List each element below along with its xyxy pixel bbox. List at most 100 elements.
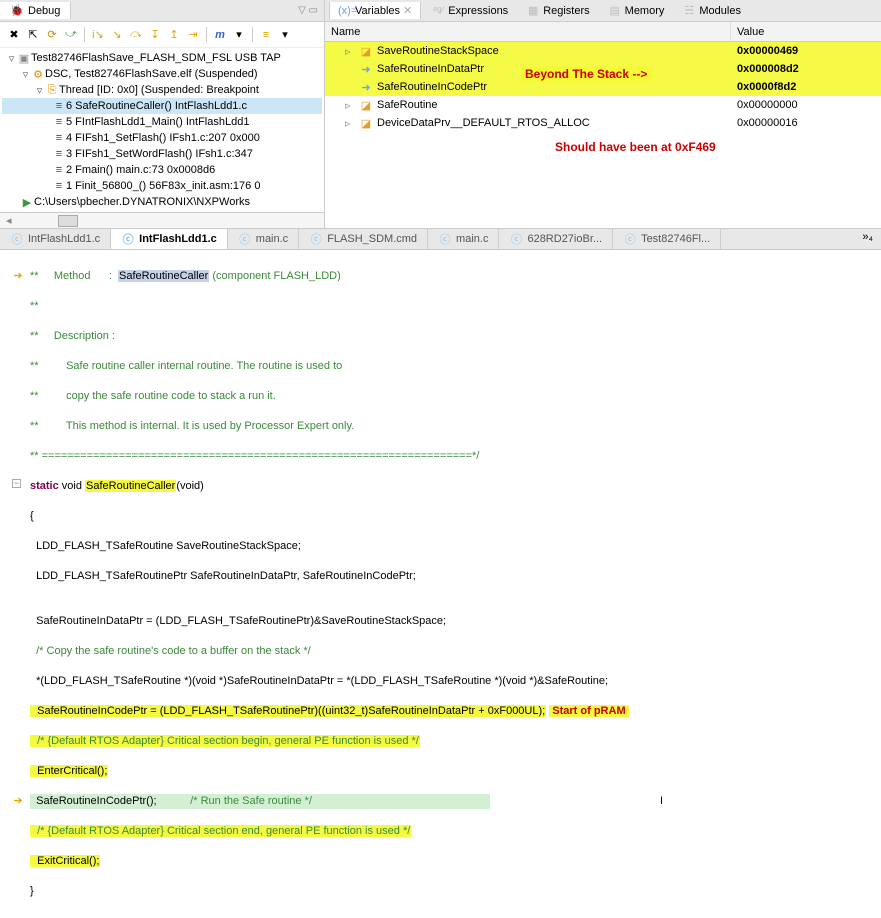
filter-icon[interactable]: ≡ [258,27,274,43]
close-icon[interactable]: ✕ [403,4,412,17]
editor-tab[interactable]: ⓒ628RD27ioBr... [499,229,613,249]
stack-frame-row[interactable]: ≡ 3 FIFsh1_SetWordFlash() IFsh1.c:347 [2,146,322,162]
target-row[interactable]: ▿⚙ DSC, Test82746FlashSave.elf (Suspende… [2,66,322,82]
variables-icon: (x)= [338,5,352,17]
thread-icon: ⎘ [45,84,59,97]
thread-label: Thread [ID: 0x0] (Suspended: Breakpoint [59,84,259,96]
exe-row[interactable]: ▶ C:\Users\pbecher.DYNATRONIX\NXPWorks [2,194,322,210]
memory-tab[interactable]: ▤ Memory [600,2,673,19]
variable-value: 0x00000469 [731,45,881,57]
stack-icon: ≡ [52,100,66,112]
view-menu-icon[interactable]: ▾ [277,27,293,43]
drop-icon[interactable]: ⇥ [185,27,201,43]
resume-icon[interactable]: ⤻ [63,27,79,43]
memory-tab-label: Memory [625,5,665,17]
pointer-icon: ➜ [359,63,373,76]
stack-icon: ≡ [52,132,66,144]
variables-tab-label: Variables [355,5,400,17]
variable-name: SafeRoutine [377,99,438,111]
stack-icon: ≡ [52,164,66,176]
more-tabs-icon[interactable]: »₄ [854,229,881,249]
variable-row[interactable]: ▹◪DeviceDataPrv__DEFAULT_RTOS_ALLOC0x000… [325,114,881,132]
value-column-header[interactable]: Value [731,22,881,41]
editor-tab[interactable]: ⓒ IntFlashLdd1.c [0,229,111,249]
c-file-icon: ⓒ [309,231,323,247]
registers-tab-label: Registers [543,5,589,17]
stack-frame-label: 2 Fmain() main.c:73 0x0008d6 [66,164,215,176]
debug-tab-label: Debug [28,5,60,17]
c-file-icon: ⓒ [623,231,637,247]
chip-icon: ▣ [17,52,31,65]
variable-value: 0x0000f8d2 [731,81,881,93]
restart-icon[interactable]: ⟳ [44,27,60,43]
collapse-icon[interactable]: ⇱ [25,27,41,43]
editor-tab-label: IntFlashLdd1.c [28,233,100,245]
editor-tab-label: IntFlashLdd1.c [139,233,217,245]
debug-toolbar: ✖ ⇱ ⟳ ⤻ i↘ ↘ ⤼ ↧ ↥ ⇥ m ▾ ≡ ▾ [0,22,324,48]
stack-frame-row[interactable]: ≡ 4 FIFsh1_SetFlash() IFsh1.c:207 0x000 [2,130,322,146]
debug-tab[interactable]: 🐞 Debug [0,2,71,19]
step-into-icon[interactable]: i↘ [90,27,106,43]
struct-icon: ◪ [359,45,373,58]
expressions-tab-label: Expressions [448,5,508,17]
annotation-arrow: Beyond The Stack --> [521,67,651,81]
code-editor[interactable]: ➔** Method : SafeRoutineCaller (componen… [0,250,881,918]
cog-icon: ⚙ [31,68,45,81]
editor-tab[interactable]: ⓒmain.c [228,229,299,249]
modules-tab[interactable]: ☵ Modules [674,2,749,19]
editor-tab[interactable]: ⓒ FLASH_SDM.cmd [299,229,428,249]
editor-tab[interactable]: ⓒ Test82746Fl... [613,229,721,249]
c-file-icon: ⓒ [438,231,452,247]
variable-name: SafeRoutineInCodePtr [377,81,487,93]
thread-row[interactable]: ▿⎘ Thread [ID: 0x0] (Suspended: Breakpoi… [2,82,322,98]
stack-frame-label: 4 FIFsh1_SetFlash() IFsh1.c:207 0x000 [66,132,260,144]
debug-scrollbar[interactable]: ◂ [0,212,324,228]
editor-tab-label: Test82746Fl... [641,233,710,245]
launch-config-label: Test82746FlashSave_FLASH_SDM_FSL USB TAP [31,52,281,64]
variable-value: 0x00000000 [731,99,881,111]
c-file-icon: ⓒ [238,231,252,247]
c-file-icon: ⓒ [121,231,135,247]
debug-tree: ▿▣ Test82746FlashSave_FLASH_SDM_FSL USB … [0,48,324,212]
variable-row[interactable]: ▹ ◪ SafeRoutine 0x00000000 [325,96,881,114]
step-over-icon[interactable]: ⤼ [128,27,144,43]
stack-frame-label: 5 FIntFlashLdd1_Main() IntFlashLdd1 [66,116,249,128]
name-column-header[interactable]: Name [325,22,731,41]
editor-tabs: ⓒIntFlashLdd1.cⓒIntFlashLdd1.cⓒmain.cⓒFL… [0,229,881,250]
expand-icon[interactable]: ▹ [345,45,355,58]
expand-icon[interactable]: ▹ [345,117,355,130]
step-up-icon[interactable]: ↥ [166,27,182,43]
editor-tab[interactable]: ⓒ IntFlashLdd1.c [111,229,228,249]
struct-icon: ◪ [359,117,373,130]
modules-icon: ☵ [682,4,696,17]
variable-name: SafeRoutineInDataPtr [377,63,484,75]
minimize-icon[interactable]: ▽ ▭ [292,5,324,16]
variable-value: 0x000008d2 [731,63,881,75]
expressions-tab[interactable]: ᵉᵍ⁄ Expressions [423,3,516,19]
struct-icon: ◪ [359,99,373,112]
fold-icon[interactable]: − [12,479,21,488]
stack-frame-row[interactable]: ≡ 2 Fmain() main.c:73 0x0008d6 [2,162,322,178]
remove-all-icon[interactable]: ✖ [6,27,22,43]
expand-icon[interactable]: ▹ [345,99,355,112]
stack-frame-row[interactable]: ≡ 5 FIntFlashLdd1_Main() IntFlashLdd1 [2,114,322,130]
step-into2-icon[interactable]: ↘ [109,27,125,43]
stack-icon: ≡ [52,116,66,128]
editor-tab-label: FLASH_SDM.cmd [327,233,417,245]
variable-row[interactable]: ▹ ◪ SaveRoutineStackSpace 0x00000469 [325,42,881,60]
target-label: DSC, Test82746FlashSave.elf (Suspended) [45,68,258,80]
menu-icon[interactable]: ▾ [231,27,247,43]
variables-header: Name Value [325,22,881,42]
stack-frame-row[interactable]: ≡ 6 SafeRoutineCaller() IntFlashLdd1.c [2,98,322,114]
stack-icon: ≡ [52,180,66,192]
c-file-icon: ⓒ [10,231,24,247]
step-down-icon[interactable]: ↧ [147,27,163,43]
launch-config-row[interactable]: ▿▣ Test82746FlashSave_FLASH_SDM_FSL USB … [2,50,322,66]
registers-tab[interactable]: ▦ Registers [518,2,597,19]
stack-frame-row[interactable]: ≡ 1 Finit_56800_() 56F83x_init.asm:176 0 [2,178,322,194]
variable-name: SaveRoutineStackSpace [377,45,499,57]
variables-tab[interactable]: (x)= Variables ✕ [329,2,421,19]
arrow-marker-icon: ➔ [8,269,28,284]
m-icon[interactable]: m [212,27,228,43]
editor-tab[interactable]: ⓒmain.c [428,229,499,249]
